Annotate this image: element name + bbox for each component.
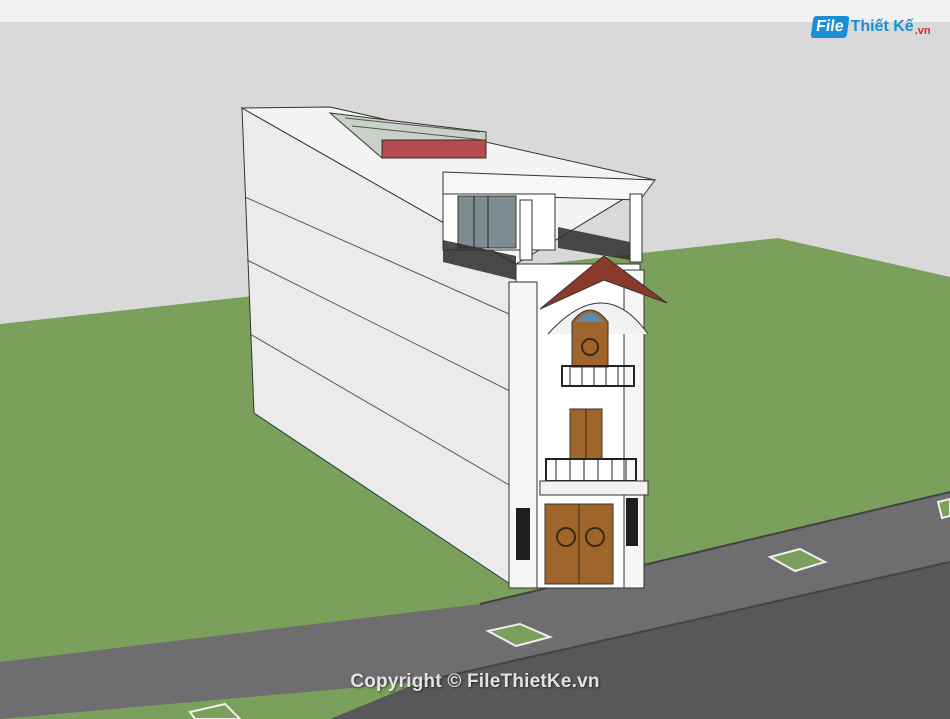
copyright-watermark: Copyright © FileThietKe.vn xyxy=(350,671,600,692)
site-logo[interactable]: File Thiết Kế .vn xyxy=(810,14,931,40)
vent-left xyxy=(516,508,530,560)
logo-suffix: .vn xyxy=(914,25,931,37)
vent-right xyxy=(626,498,638,546)
logo-name: Thiết Kế xyxy=(850,18,914,35)
top-bar xyxy=(0,0,950,23)
scene-canvas xyxy=(0,22,950,719)
3d-viewport[interactable] xyxy=(0,22,950,719)
top-glass-door xyxy=(457,195,517,249)
logo-badge: File xyxy=(810,16,850,38)
